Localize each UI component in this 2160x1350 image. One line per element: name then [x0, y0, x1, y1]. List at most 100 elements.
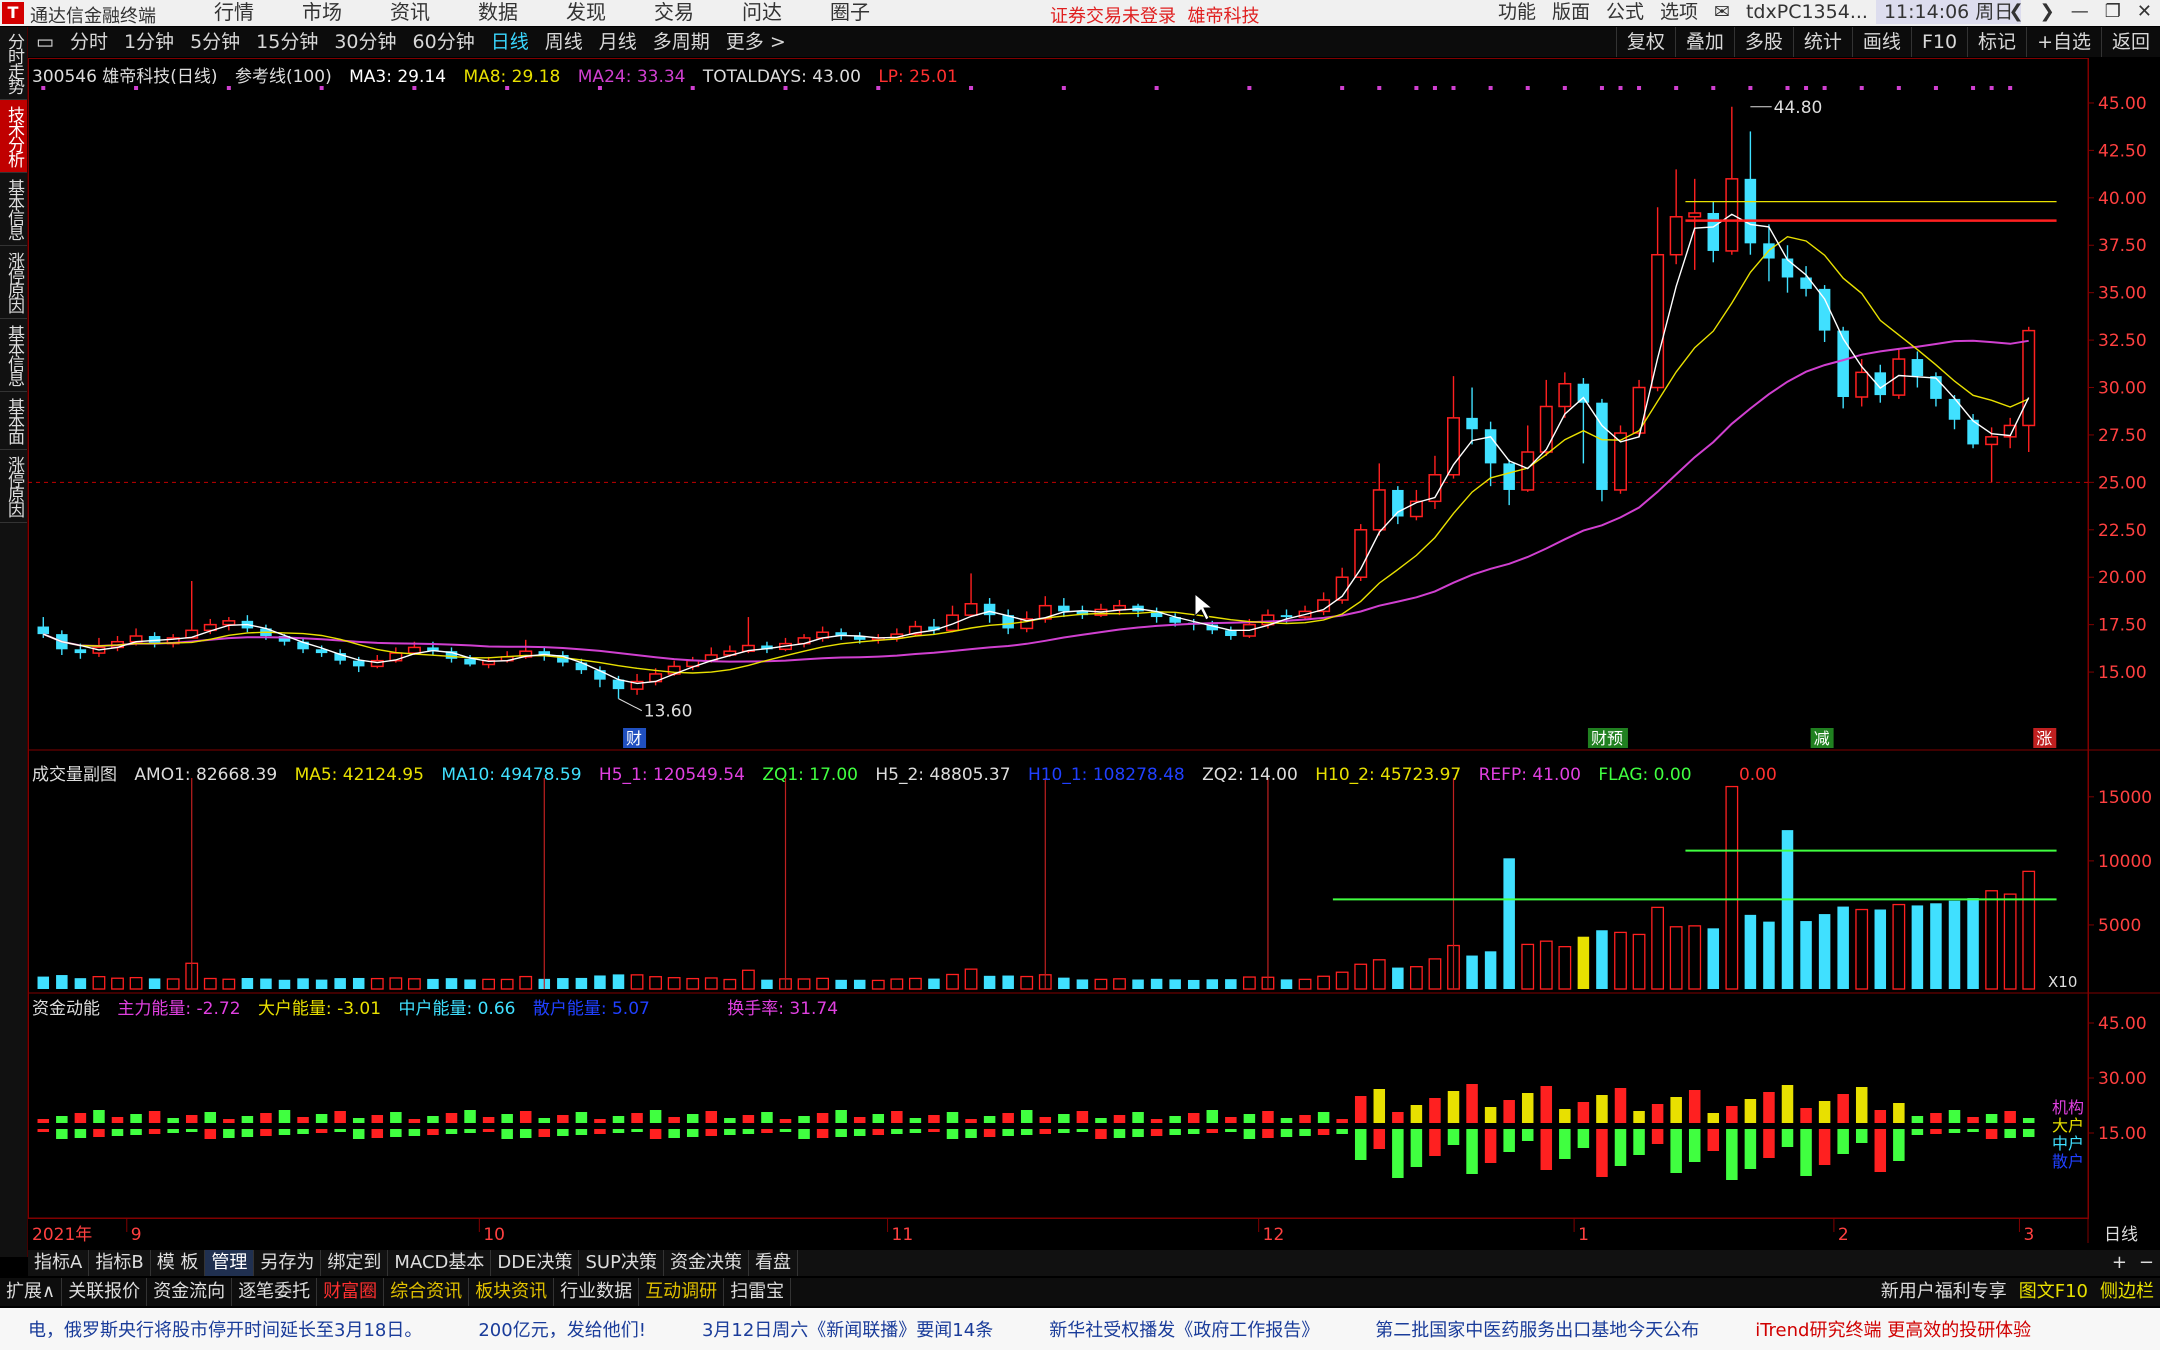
menu-discover[interactable]: 发现 [542, 0, 630, 24]
tool-mark[interactable]: 标记 [1967, 27, 2026, 57]
func-fund-flow[interactable]: 资金流向 [147, 1278, 233, 1306]
func-research[interactable]: 互动调研 [639, 1278, 725, 1306]
forward-icon[interactable]: ❯ [2040, 0, 2055, 24]
period-multi[interactable]: 多周期 [645, 27, 718, 57]
period-daily[interactable]: 日线 [483, 27, 537, 57]
graphic-f10[interactable]: 图文F10 [2013, 1278, 2094, 1306]
idx-template[interactable]: 模 板 [151, 1250, 206, 1276]
marker-yuyu: 财预 [1591, 729, 1623, 748]
signal-dot [1525, 86, 1530, 90]
tab-basic-info[interactable]: 基本信息 [0, 173, 27, 246]
period-30min[interactable]: 30分钟 [326, 27, 404, 57]
func-wealth-circle[interactable]: 财富圈 [317, 1278, 385, 1306]
menu-options[interactable]: 选项 [1652, 0, 1706, 24]
layout-toggle-icon[interactable]: ▭ [28, 27, 62, 57]
func-expand[interactable]: 扩展∧ [0, 1278, 63, 1306]
ticker-item[interactable]: iTrend研究终端 更高效的投研体验 [1727, 1316, 2059, 1342]
tool-add-watch[interactable]: +自选 [2026, 27, 2101, 57]
tab-limit-reason-2[interactable]: 涨停原因 [0, 450, 27, 523]
idx-sup[interactable]: SUP决策 [579, 1250, 664, 1276]
fund-bar-bottom [1280, 1129, 1293, 1137]
menu-bar: T 通达信金融终端 行情 市场 资讯 数据 发现 交易 问达 圈子 证券交易未登… [0, 0, 2160, 28]
ticker-item[interactable]: 电，俄罗斯央行将股市停开时间延长至3月18日。 [0, 1316, 450, 1342]
big-energy: 大户能量: -3.01 [257, 999, 382, 1019]
idx-tab-b[interactable]: 指标B [89, 1250, 151, 1276]
period-monthly[interactable]: 月线 [591, 27, 645, 57]
ticker-item[interactable]: 200亿元，发给他们! [450, 1316, 674, 1342]
zoom-in-button[interactable]: + [2106, 1250, 2133, 1276]
tab-fundamentals[interactable]: 基本面 [0, 392, 27, 450]
candle-body [1930, 376, 1942, 399]
tool-multi-stock[interactable]: 多股 [1733, 27, 1793, 57]
idx-fund[interactable]: 资金决策 [664, 1250, 749, 1276]
menu-formula[interactable]: 公式 [1598, 0, 1652, 24]
tab-intraday[interactable]: 分时走势 [0, 27, 27, 100]
menu-layout[interactable]: 版面 [1544, 0, 1598, 24]
indicator-name[interactable]: 参考线(100) [235, 67, 332, 87]
volume-bar [704, 977, 718, 990]
tool-f10[interactable]: F10 [1910, 27, 1967, 57]
mail-icon[interactable]: ✉ [1706, 0, 1738, 24]
menu-market[interactable]: 市场 [278, 0, 366, 24]
func-order-detail[interactable]: 逐笔委托 [232, 1278, 318, 1306]
login-notice[interactable]: 证券交易未登录 雄帝科技 [1050, 2, 1259, 28]
period-intraday[interactable]: 分时 [62, 27, 116, 57]
menu-info[interactable]: 资讯 [366, 0, 454, 24]
period-60min[interactable]: 60分钟 [405, 27, 483, 57]
volume-bar [1280, 979, 1293, 989]
menu-data[interactable]: 数据 [454, 0, 542, 24]
menu-trade[interactable]: 交易 [630, 0, 718, 24]
menu-wenda[interactable]: 问达 [718, 0, 806, 24]
zq1-value: ZQ1: 17.00 [762, 765, 858, 785]
tab-basic-info-2[interactable]: 基本信息 [0, 319, 27, 392]
volume-bar [1781, 830, 1794, 989]
ticker-item[interactable]: 第二批国家中医药服务出口基地今天公布 [1347, 1316, 1727, 1342]
tab-technical[interactable]: 技术分析 [0, 100, 27, 173]
idx-bind[interactable]: 绑定到 [321, 1250, 389, 1276]
back-icon[interactable]: ❮ [2009, 0, 2024, 24]
candle-body [1372, 489, 1386, 531]
kline-chart[interactable]: 45.0042.5040.0037.5035.0032.5030.0027.50… [28, 58, 2160, 1248]
ticker-item[interactable]: 3月12日周六《新闻联播》要闻14条 [674, 1316, 1021, 1342]
chart-area[interactable]: 45.00 42.50 40.00 37.50 35.00 32.50 30.00 27.50… [28, 58, 2160, 1248]
period-15min[interactable]: 15分钟 [248, 27, 326, 57]
menu-function[interactable]: 功能 [1490, 0, 1544, 24]
fund-title[interactable]: 资金动能 [32, 999, 100, 1019]
new-user-benefit[interactable]: 新用户福利专享 [1875, 1278, 2013, 1306]
tool-stats[interactable]: 统计 [1792, 27, 1852, 57]
func-sector-news[interactable]: 板块资讯 [469, 1278, 555, 1306]
idx-dde[interactable]: DDE决策 [491, 1250, 580, 1276]
fund-bar-bottom [909, 1129, 922, 1133]
idx-tab-a[interactable]: 指标A [28, 1250, 90, 1276]
close-icon[interactable]: ✕ [2137, 0, 2152, 24]
candle-body [1503, 463, 1515, 490]
idx-watch[interactable]: 看盘 [749, 1250, 798, 1276]
tool-adjust[interactable]: 复权 [1615, 27, 1675, 57]
period-weekly[interactable]: 周线 [537, 27, 591, 57]
volume-title[interactable]: 成交量副图 [32, 765, 117, 785]
tab-limit-reason[interactable]: 涨停原因 [0, 246, 27, 319]
zoom-out-button[interactable]: − [2133, 1250, 2160, 1276]
func-industry-data[interactable]: 行业数据 [554, 1278, 640, 1306]
tool-back[interactable]: 返回 [2100, 27, 2160, 57]
restore-icon[interactable]: ❐ [2105, 0, 2121, 24]
candle-body [222, 620, 236, 626]
func-risk-scan[interactable]: 扫雷宝 [724, 1278, 792, 1306]
tool-draw[interactable]: 画线 [1851, 27, 1911, 57]
func-news[interactable]: 综合资讯 [384, 1278, 470, 1306]
fund-bar-top [1466, 1084, 1478, 1123]
minimize-icon[interactable]: — [2071, 0, 2089, 24]
idx-manage[interactable]: 管理 [205, 1250, 255, 1276]
func-related-quote[interactable]: 关联报价 [62, 1278, 148, 1306]
ticker-item[interactable]: 新华社受权播发《政府工作报告》 [1021, 1316, 1347, 1342]
period-1min[interactable]: 1分钟 [116, 27, 182, 57]
idx-macd[interactable]: MACD基本 [388, 1250, 492, 1276]
function-right: 新用户福利专享 图文F10 侧边栏 [1875, 1278, 2160, 1306]
menu-circle[interactable]: 圈子 [806, 0, 894, 24]
tool-overlay[interactable]: 叠加 [1674, 27, 1734, 57]
menu-quotes[interactable]: 行情 [190, 0, 278, 24]
sidebar-toggle[interactable]: 侧边栏 [2094, 1278, 2160, 1306]
period-5min[interactable]: 5分钟 [182, 27, 248, 57]
period-more[interactable]: 更多 > [718, 27, 794, 57]
idx-save-as[interactable]: 另存为 [254, 1250, 322, 1276]
